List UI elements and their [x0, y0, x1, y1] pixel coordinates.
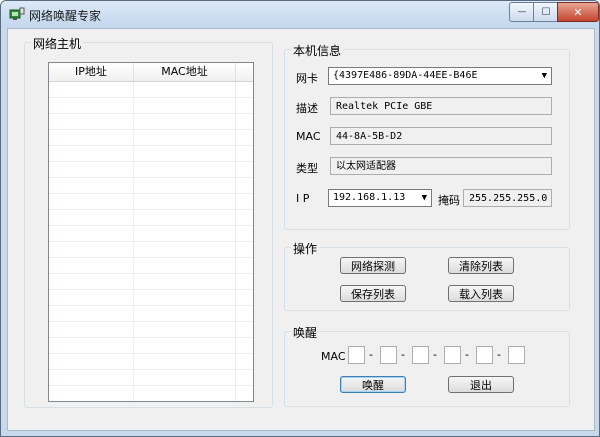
operations-group: 操作	[284, 240, 570, 311]
client-area: 网络主机 IP地址 MAC地址 本机信息 网卡 {4397E486-89DA-4…	[7, 28, 595, 431]
hosts-group-label: 网络主机	[31, 35, 84, 52]
wake-mac-label: MAC	[321, 350, 346, 363]
clear-list-button[interactable]: 清除列表	[448, 257, 514, 274]
grid-line	[133, 82, 134, 401]
app-window: 网络唤醒专家 — ☐ ✕ 网络主机 IP地址 MAC地址 本机信息 网卡 {43…	[0, 0, 600, 437]
hosts-list-grid	[49, 82, 253, 401]
probe-network-button[interactable]: 网络探测	[340, 257, 406, 274]
mac-octet-5-input[interactable]	[476, 346, 493, 364]
mac-separator: -	[497, 348, 501, 361]
maximize-icon: ☐	[541, 6, 551, 18]
type-label: 类型	[296, 162, 318, 175]
mac-octet-3-input[interactable]	[412, 346, 429, 364]
mac-octet-4-input[interactable]	[444, 346, 461, 364]
mac-field: 44-8A-5B-D2	[330, 127, 552, 145]
mac-octet-1-input[interactable]	[348, 346, 365, 364]
operations-group-label: 操作	[291, 240, 320, 257]
mask-label: 掩码	[438, 194, 460, 207]
maximize-button[interactable]: ☐	[533, 2, 559, 22]
nic-select-value: {4397E486-89DA-44EE-B46E	[333, 70, 478, 81]
column-header-ip[interactable]: IP地址	[49, 63, 134, 81]
title-bar[interactable]: 网络唤醒专家 — ☐ ✕	[1, 1, 599, 27]
chevron-down-icon: ▼	[421, 193, 427, 203]
close-button[interactable]: ✕	[557, 2, 599, 22]
desc-label: 描述	[296, 102, 318, 115]
ip-label: I P	[296, 192, 310, 205]
minimize-icon: —	[517, 7, 527, 17]
nic-select[interactable]: {4397E486-89DA-44EE-B46E ▼	[328, 67, 552, 85]
hosts-list[interactable]: IP地址 MAC地址	[48, 62, 254, 402]
desc-field: Realtek PCIe GBE	[330, 97, 552, 115]
nic-label: 网卡	[296, 72, 318, 85]
type-field: 以太网适配器	[330, 157, 552, 175]
wake-group-label: 唤醒	[291, 324, 320, 341]
ip-select[interactable]: 192.168.1.13 ▼	[328, 189, 432, 207]
mac-separator: -	[465, 348, 469, 361]
load-list-button[interactable]: 载入列表	[448, 285, 514, 302]
grid-line	[235, 82, 236, 401]
mac-octet-6-input[interactable]	[508, 346, 525, 364]
local-info-group-label: 本机信息	[291, 42, 344, 59]
wake-button[interactable]: 唤醒	[340, 376, 406, 393]
column-header-mac[interactable]: MAC地址	[134, 63, 236, 81]
chevron-down-icon: ▼	[541, 71, 547, 81]
window-title: 网络唤醒专家	[29, 9, 102, 23]
save-list-button[interactable]: 保存列表	[340, 285, 406, 302]
mask-field: 255.255.255.0	[463, 189, 552, 207]
wake-group: 唤醒	[284, 324, 570, 407]
mac-label: MAC	[296, 130, 321, 143]
close-icon: ✕	[573, 5, 583, 19]
mac-separator: -	[433, 348, 437, 361]
network-app-icon	[9, 7, 25, 21]
ip-select-value: 192.168.1.13	[333, 192, 406, 203]
mac-separator: -	[369, 348, 373, 361]
mac-separator: -	[401, 348, 405, 361]
mac-octet-2-input[interactable]	[380, 346, 397, 364]
hosts-list-header: IP地址 MAC地址	[49, 63, 253, 82]
minimize-button[interactable]: —	[509, 2, 535, 22]
exit-button[interactable]: 退出	[448, 376, 514, 393]
